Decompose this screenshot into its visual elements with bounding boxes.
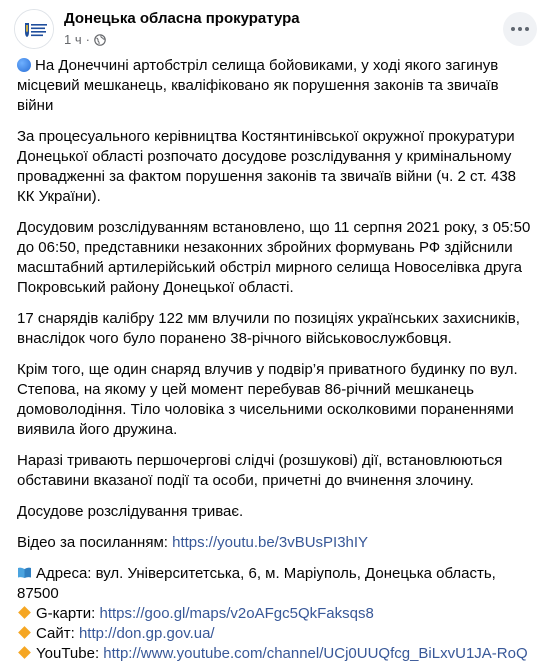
address-text: Адреса: вул. Університетська, 6, м. Марі…	[17, 565, 496, 602]
video-line: Відео за посиланням: https://youtu.be/3v…	[17, 533, 532, 553]
page-avatar[interactable]	[14, 9, 54, 49]
orange-diamond-icon	[18, 606, 31, 619]
video-label: Відео за посиланням:	[17, 534, 173, 551]
post-body: На Донеччині артобстріл селища бойовикам…	[17, 56, 532, 664]
blue-circle-icon	[17, 58, 31, 72]
post-timestamp[interactable]: 1 ч	[64, 32, 82, 47]
page-name-link[interactable]: Донецька обласна прокуратура	[64, 10, 300, 27]
video-link[interactable]: https://youtu.be/3vBUsPI3hIY	[172, 534, 368, 551]
more-options-button[interactable]	[503, 12, 537, 46]
post-header: Донецька обласна прокуратура 1 ч ·	[0, 0, 541, 56]
gmaps-label: G-карти:	[36, 605, 100, 622]
meta-separator: ·	[85, 32, 90, 47]
paragraph-procedure: За процесуального керівництва Костянтині…	[17, 128, 517, 205]
address-line: Адреса: вул. Університетська, 6, м. Марі…	[17, 564, 532, 604]
book-icon	[18, 567, 31, 578]
site-line: Сайт: http://don.gp.gov.ua/	[17, 624, 532, 644]
paragraph-actions: Наразі тривають першочергові слідчі (роз…	[17, 452, 503, 489]
lead-paragraph: На Донеччині артобстріл селища бойовикам…	[17, 56, 532, 116]
prosecutor-emblem	[15, 10, 53, 48]
orange-diamond-icon	[18, 626, 31, 639]
gmaps-line: G-карти: https://goo.gl/maps/v2oAFgc5QkF…	[17, 604, 532, 624]
youtube-line: YouTube: http://www.youtube.com/channel/…	[17, 644, 532, 664]
orange-diamond-icon	[18, 646, 31, 659]
site-link[interactable]: http://don.gp.gov.ua/	[79, 625, 215, 642]
paragraph-ongoing: Досудове розслідування триває.	[17, 503, 244, 520]
lead-text: На Донеччині артобстріл селища бойовикам…	[17, 57, 499, 114]
post-meta: 1 ч ·	[64, 32, 106, 47]
more-dots-icon	[511, 27, 529, 31]
youtube-link[interactable]: http://www.youtube.com/channel/UCj0UUQfc…	[103, 645, 527, 662]
paragraph-victim: Крім того, ще один снаряд влучив у подві…	[17, 361, 518, 438]
facebook-post: Донецька обласна прокуратура 1 ч · На До…	[0, 0, 541, 662]
gmaps-link[interactable]: https://goo.gl/maps/v2oAFgc5QkFaksqs8	[100, 605, 374, 622]
site-label: Сайт:	[36, 625, 79, 642]
globe-icon[interactable]	[94, 33, 106, 46]
paragraph-investigation: Досудовим розслідуванням встановлено, що…	[17, 219, 531, 296]
youtube-label: YouTube:	[36, 645, 104, 662]
paragraph-shells: 17 снарядів калібру 122 мм влучили по по…	[17, 310, 520, 347]
